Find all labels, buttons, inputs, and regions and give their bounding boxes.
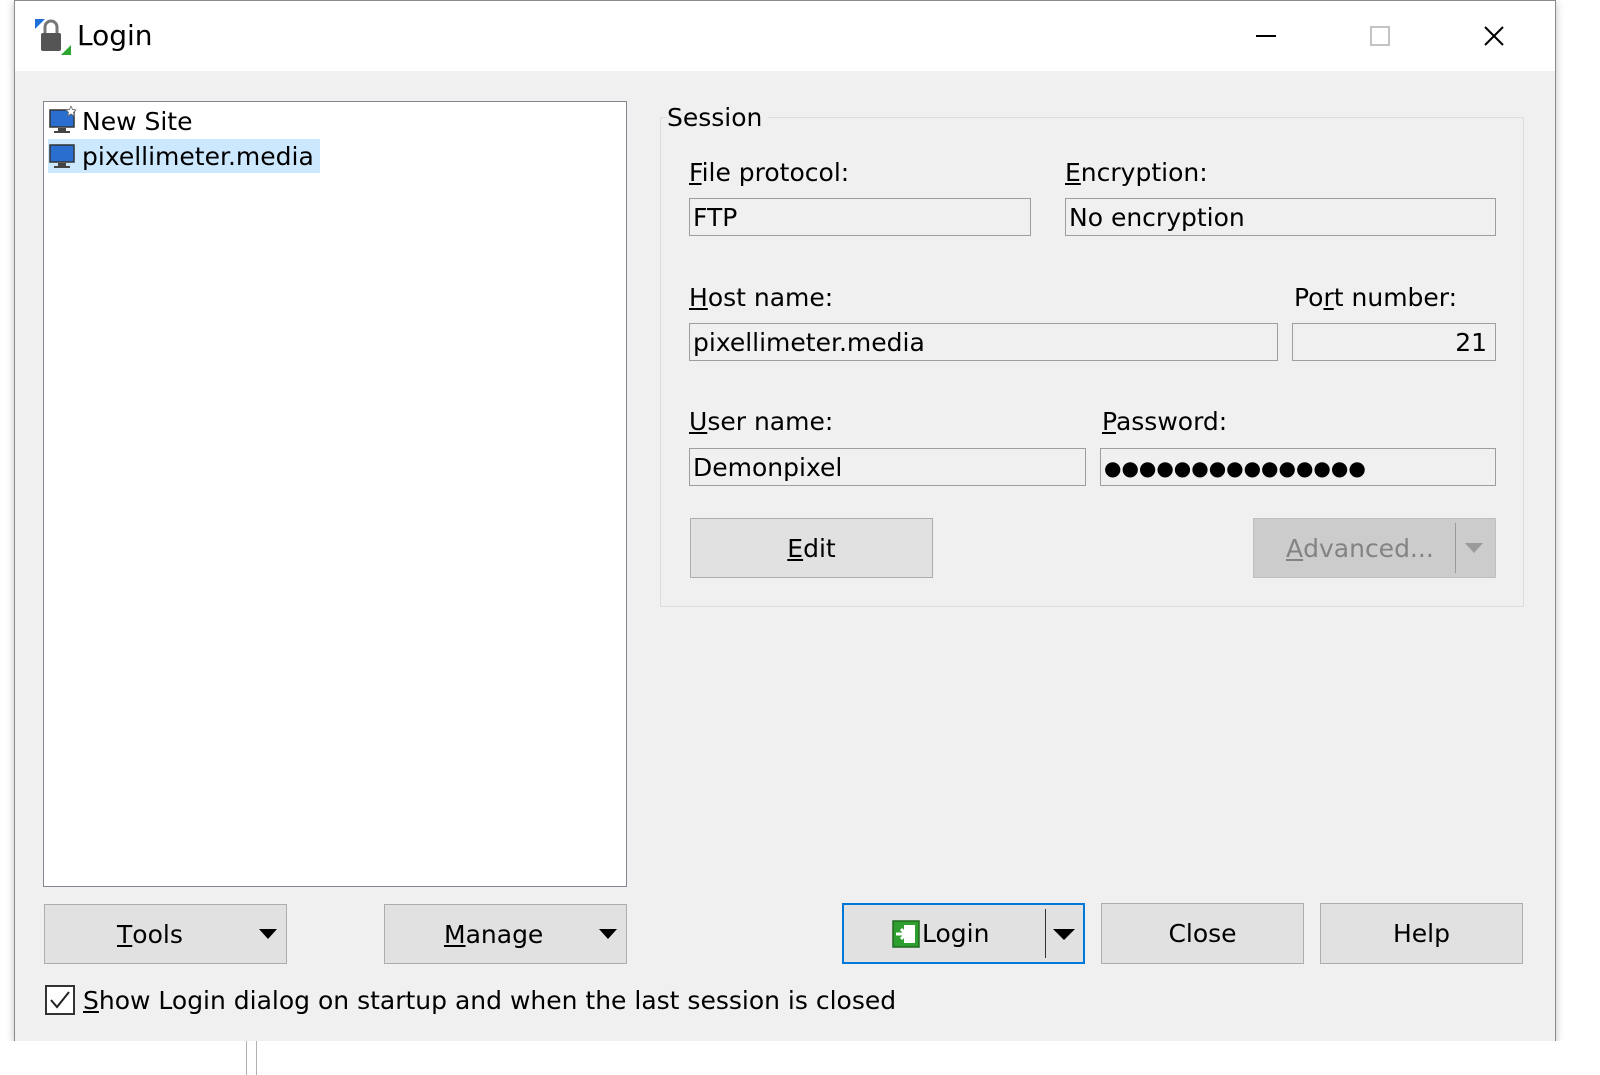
login-button[interactable]: Login (842, 903, 1085, 964)
encryption-field[interactable]: No encryption (1065, 198, 1496, 236)
encryption-label: Encryption: (1065, 158, 1208, 187)
label-text: Po (1294, 283, 1324, 312)
advanced-button[interactable]: Advanced... (1253, 518, 1496, 578)
host-name-field[interactable]: pixellimeter.media (689, 323, 1278, 361)
access-key: E (787, 533, 804, 563)
show-login-checkbox[interactable] (45, 985, 75, 1015)
access-key: A (1286, 533, 1304, 563)
site-item-pixellimeter[interactable]: pixellimeter.media (48, 139, 320, 173)
access-key: T (117, 919, 133, 949)
host-name-label: Host name: (689, 283, 833, 312)
close-button[interactable]: Close (1101, 903, 1304, 964)
user-name-field[interactable]: Demonpixel (689, 448, 1086, 486)
label-text: ost name: (707, 283, 834, 312)
site-label: New Site (82, 106, 193, 136)
label-text: ncryption: (1080, 158, 1208, 187)
access-key: S (83, 986, 99, 1015)
password-label: Password: (1102, 407, 1227, 436)
title-bar[interactable]: Login (15, 1, 1555, 71)
button-label: dit (803, 533, 836, 563)
label-text: t number: (1333, 283, 1458, 312)
site-item-new-site[interactable]: New Site (48, 104, 198, 138)
port-number-label: Port number: (1294, 283, 1457, 312)
file-protocol-field[interactable]: FTP (689, 198, 1031, 236)
access-key: r (1323, 283, 1334, 312)
minimize-button[interactable] (1211, 1, 1321, 71)
button-label: anage (465, 919, 544, 949)
button-label: Login (922, 919, 990, 948)
minimize-icon (1256, 35, 1276, 37)
user-name-label: User name: (689, 407, 833, 436)
maximize-button[interactable] (1325, 1, 1435, 71)
access-key: P (1102, 407, 1116, 436)
site-monitor-icon (49, 144, 75, 168)
site-label: pixellimeter.media (82, 141, 314, 171)
login-dialog: Login New Site pixellimeter.media Sessio… (14, 0, 1556, 1042)
help-button[interactable]: Help (1320, 903, 1523, 964)
access-key: H (689, 283, 708, 312)
chevron-down-icon (1465, 543, 1483, 553)
password-field[interactable]: ●●●●●●●●●●●●●●● (1100, 448, 1496, 486)
chevron-down-icon (599, 929, 617, 939)
access-key: F (689, 158, 702, 187)
label-text: ile protocol: (701, 158, 850, 187)
access-key: E (1065, 158, 1081, 187)
close-icon (1484, 26, 1504, 46)
checkmark-icon (50, 991, 70, 1009)
label-text: how Login dialog on startup and when the… (98, 986, 897, 1015)
show-login-checkbox-label[interactable]: Show Login dialog on startup and when th… (83, 986, 896, 1015)
label-text: ser name: (707, 407, 834, 436)
button-label: dvanced... (1303, 533, 1434, 563)
login-icon (892, 919, 920, 948)
label-text: assword: (1115, 407, 1228, 436)
chevron-down-icon (1053, 929, 1075, 940)
app-lock-icon (35, 19, 71, 55)
maximize-icon (1370, 26, 1390, 46)
access-key: U (689, 407, 708, 436)
background-divider (256, 1041, 257, 1075)
chevron-down-icon (259, 929, 277, 939)
background-window-strip (0, 1041, 1600, 1075)
split-separator (1455, 523, 1456, 573)
button-label: ools (132, 919, 183, 949)
access-key: M (444, 919, 466, 949)
manage-button[interactable]: Manage (384, 904, 627, 964)
port-number-field[interactable]: 21 (1292, 323, 1496, 361)
new-site-monitor-icon (49, 106, 77, 133)
split-separator (1045, 909, 1046, 958)
site-tree[interactable]: New Site pixellimeter.media (43, 101, 627, 887)
window-title: Login (77, 19, 153, 52)
file-protocol-label: File protocol: (689, 158, 849, 187)
close-window-button[interactable] (1439, 1, 1549, 71)
background-divider (246, 1041, 247, 1075)
session-group-title: Session (667, 103, 769, 132)
edit-button[interactable]: Edit (690, 518, 933, 578)
tools-button[interactable]: Tools (44, 904, 287, 964)
